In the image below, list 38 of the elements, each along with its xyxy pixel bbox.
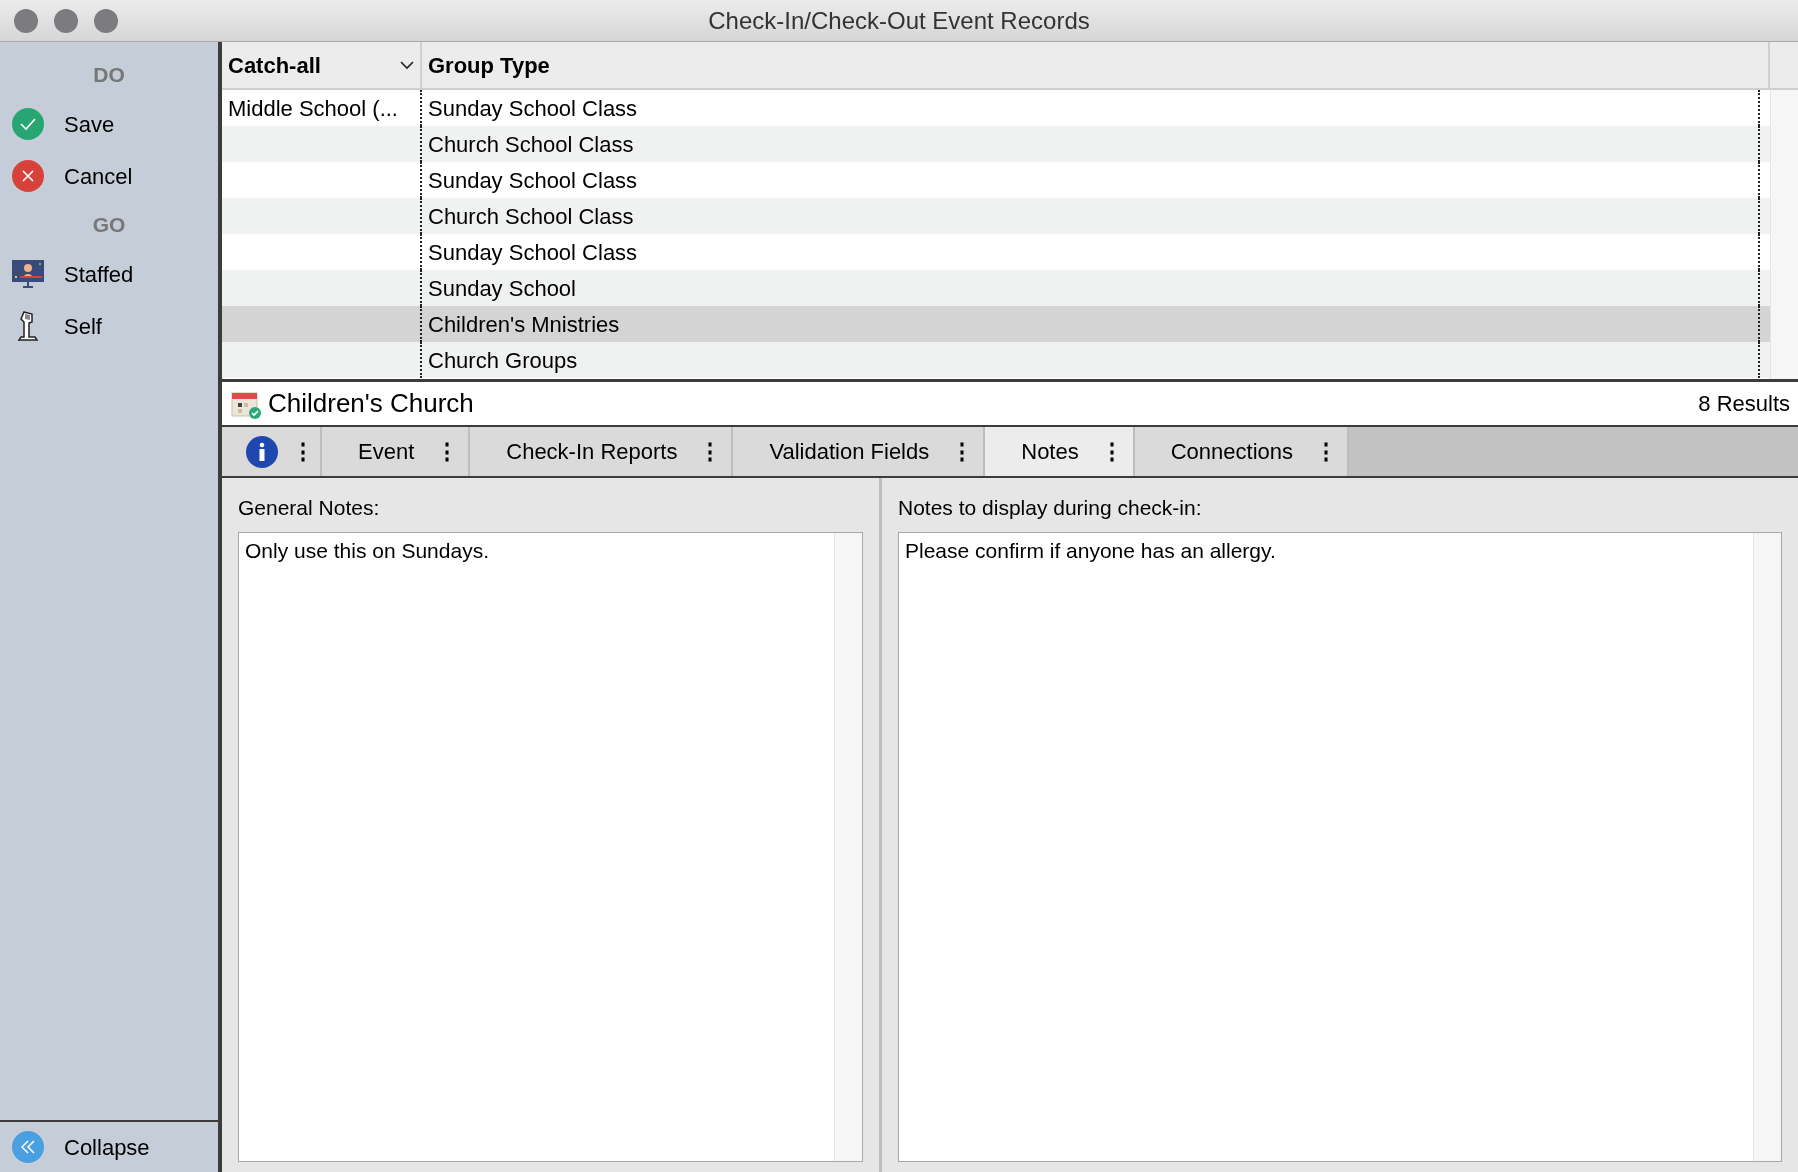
results-count: 8 Results	[1698, 390, 1790, 418]
notes-field[interactable]: Please confirm if anyone has an allergy.	[898, 531, 1782, 1162]
sidebar-item[interactable]: Save	[0, 98, 218, 150]
window-title: Check-In/Check-Out Event Records	[708, 5, 1090, 36]
scrollbar-track[interactable]	[1770, 90, 1798, 379]
sidebar-item[interactable]: Self	[0, 300, 218, 352]
tab[interactable]: Notes ⋮	[985, 427, 1135, 476]
more-menu-icon[interactable]: ⋮	[292, 435, 314, 468]
tab[interactable]: Check-In Reports ⋮	[470, 427, 734, 476]
notes-field[interactable]: Only use this on Sundays.	[238, 531, 863, 1162]
tab[interactable]: Validation Fields ⋮	[733, 427, 986, 476]
more-menu-icon[interactable]: ⋮	[436, 435, 459, 468]
more-menu-icon[interactable]: ⋮	[699, 435, 722, 468]
notes-label: General Notes:	[238, 495, 381, 521]
collapse-button[interactable]: Collapse	[0, 1130, 150, 1164]
section-heading: DO	[92, 62, 126, 89]
sidebar-item[interactable]: Cancel	[0, 150, 218, 202]
window-control[interactable]	[94, 9, 118, 33]
more-menu-icon[interactable]: ⋮	[1100, 435, 1123, 468]
double-chevron-icon	[12, 1131, 44, 1163]
tab[interactable]: Event ⋮	[322, 427, 471, 476]
tab[interactable]: Connections ⋮	[1134, 427, 1350, 476]
tab[interactable]: ⋮	[222, 427, 322, 476]
sidebar-item[interactable]: Staffed	[0, 248, 218, 300]
column-header[interactable]: Catch-all	[222, 42, 422, 88]
window-control[interactable]	[54, 9, 78, 33]
section-heading: GO	[91, 212, 127, 239]
check-circle-icon	[12, 108, 44, 140]
record-title: Children's Church	[268, 387, 474, 420]
window-control[interactable]	[14, 9, 38, 33]
more-menu-icon[interactable]: ⋮	[1315, 435, 1338, 468]
column-header[interactable]: Group Type	[422, 42, 1770, 88]
more-menu-icon[interactable]: ⋮	[951, 435, 974, 468]
close-circle-icon	[12, 160, 44, 192]
info-icon	[246, 435, 278, 468]
chevron-down-icon	[400, 60, 414, 70]
monitor-person-icon	[12, 260, 44, 288]
notes-label: Notes to display during check-in:	[898, 495, 1203, 521]
